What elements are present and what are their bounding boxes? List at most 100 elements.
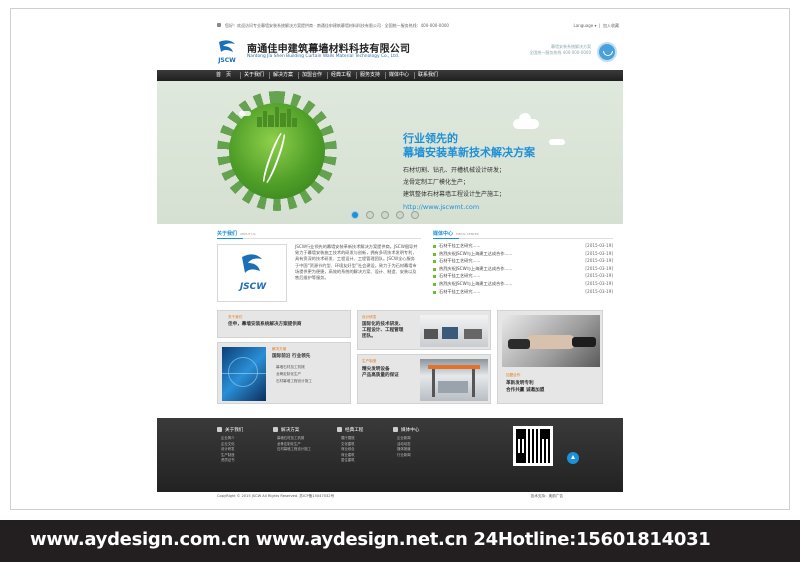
bookmark-link[interactable]: 加入收藏 [603,23,619,28]
footer-heading[interactable]: 关于我们 [217,427,243,436]
footer-heading-text: 关于我们 [225,428,244,433]
news-title: 石材干挂工艺研究...... [439,258,481,264]
about-logo-image[interactable]: JSCW [217,244,287,302]
divider-accent [433,238,459,239]
banner-line-1: 石材切割、钻孔、开槽机械设计研发； [403,167,506,174]
banner-line-2: 龙骨定制工厂模化生产； [403,179,470,186]
slider-dot[interactable] [351,211,359,219]
nav-separator [298,72,299,79]
nav-solutions[interactable]: 解决方案 [273,70,293,81]
box-line: 石材幕墙工程设计施工 [276,379,312,383]
footer-heading[interactable]: 媒体中心 [393,427,419,436]
news-item[interactable]: 石材干挂工艺研究...... [2015-03-19] [433,258,613,266]
nav-support[interactable]: 服务支持 [360,70,380,81]
news-item[interactable]: 热烈庆祝JSCW与上海建工达成合作...... [2015-03-19] [433,281,613,289]
cloud-icon [519,113,531,125]
feature-box-design[interactable]: 设计研发 国际化的技术研发、 工程设计、工程管理 团队。 [357,310,491,350]
site-footer: 关于我们 企业简介 企业文化 设计研发 生产制造 资质证书 解决方案 幕墙石材加… [157,418,623,492]
about-description: JSCW行业领先的幕墙安装革新技术解决方案提供商。JSCW倡导并致力于幕墙安装施… [295,244,418,281]
office-photo [420,315,488,347]
top-tools: Language ▾ | 加入收藏 [573,23,619,28]
bullet-icon [433,290,436,294]
qr-code-icon [513,426,553,466]
box-line: 幕墙石材加工机械 [276,365,305,369]
news-title: 石材干挂工艺研究...... [439,273,481,279]
footer-heading[interactable]: 经典工程 [337,427,363,436]
footer-link[interactable]: 行业新闻 [393,453,419,459]
header-hotline: 全国统一服务热线 400-000-0000 [529,50,591,55]
wrench-icon [337,427,342,432]
slider-dot[interactable] [396,211,404,219]
website-page: 您好！欢迎访问专业幕墙安装系统解决方案提供商 · 南通佳申建筑幕墙材料科技有限公… [157,18,623,504]
main-nav: 首 页 关于我们 解决方案 加盟合作 经典工程 服务支持 媒体中心 联系我们 [157,70,623,81]
handshake-photo [502,315,600,367]
watermark-bar: www.aydesign.com.cn www.aydesign.net.cn … [0,520,800,562]
media-heading-text: 媒体中心 [433,231,454,237]
city-skyline [255,107,299,127]
nav-home[interactable]: 首 页 [216,70,231,81]
logo-text: JSCW [217,57,236,64]
divider [433,238,613,239]
news-title: 热烈庆祝JSCW与上海建工达成合作...... [439,250,513,256]
box-tag: 关于我们 [228,315,243,319]
news-date: [2015-03-19] [585,265,613,271]
nav-about[interactable]: 关于我们 [244,70,264,81]
slider-dots [351,211,421,220]
about-heading-text: 关于我们 [217,231,238,237]
hero-banner[interactable]: 行业领先的 幕墙安装革新技术解决方案 石材切割、钻孔、开槽机械设计研发； 龙骨定… [157,81,623,224]
nav-contact[interactable]: 联系我们 [418,70,438,81]
nav-separator [356,72,357,79]
service-badge-icon [597,42,617,62]
nav-separator [327,72,328,79]
feature-box-about[interactable]: 关于我们 佳申，幕墙安装系统解决方案提供商 [217,310,351,338]
box-title-line: 革新发明专利 [506,381,534,386]
footer-link[interactable]: 资质证书 [217,458,243,464]
slider-dot[interactable] [381,211,389,219]
media-heading-en: MEDIA CENTER [456,232,479,236]
slider-dot[interactable] [366,211,374,219]
news-item[interactable]: 石材干挂工艺研究...... [2015-03-19] [433,289,613,297]
nav-projects[interactable]: 经典工程 [331,70,351,81]
language-link[interactable]: Language ▾ [574,23,597,28]
news-date: [2015-03-19] [585,250,613,256]
news-date: [2015-03-19] [585,243,613,248]
news-title: 热烈庆祝JSCW与上海建工达成合作...... [439,280,513,286]
site-header: JSCW 南通佳申建筑幕墙材料科技有限公司 Nantong Jia Shen B… [157,32,623,68]
footer-link[interactable]: 石材幕墙工程设计施工 [273,447,311,453]
watermark-text: www.aydesign.com.cn www.aydesign.net.cn … [30,529,711,550]
user-icon [217,427,222,432]
nav-media[interactable]: 媒体中心 [389,70,409,81]
slider-dot[interactable] [411,211,419,219]
logo-icon[interactable]: JSCW [213,38,241,64]
box-tag: 生产制造 [362,359,377,363]
news-title: 石材干挂工艺研究...... [439,243,481,248]
box-tag: 加盟合作 [506,373,521,377]
header-slogan: 幕墙安装系统解决方案 全国统一服务热线 400-000-0000 [529,44,591,56]
news-item[interactable]: 石材干挂工艺研究...... [2015-03-19] [433,243,613,251]
solution-photo [222,347,266,401]
about-heading-en: ABOUT US [240,232,256,236]
back-to-top-icon[interactable] [567,452,579,464]
nav-join[interactable]: 加盟合作 [302,70,322,81]
banner-headline-2: 幕墙安装革新技术解决方案 [403,146,535,159]
news-item[interactable]: 石材干挂工艺研究...... [2015-03-19] [433,273,613,281]
bullet-icon [433,282,436,286]
news-list: 石材干挂工艺研究...... [2015-03-19] 热烈庆祝JSCW与上海建工… [433,243,613,296]
company-name-en: Nantong Jia Shen Building Curtain Walls … [247,54,400,59]
feature-box-solutions[interactable]: 解决方案 国际前沿 行业领先 幕墙石材加工机械 龙骨定制化生产 石材幕墙工程设计… [217,342,351,404]
nav-separator [269,72,270,79]
footer-link[interactable]: 居住建筑 [337,458,363,464]
nav-separator [240,72,241,79]
about-logo-text: JSCW [238,282,267,292]
news-date: [2015-03-19] [585,273,613,279]
footer-heading-text: 媒体中心 [401,428,420,433]
feature-box-join[interactable]: 加盟合作 革新发明专利 合作共赢 诚邀加盟 [497,310,603,404]
bullet-icon [433,245,436,248]
footer-heading[interactable]: 解决方案 [273,427,311,436]
box-title: 国际前沿 行业领先 [272,354,311,359]
feature-box-production[interactable]: 生产制造 精尖发明设备 产品高质量的保证 [357,354,491,404]
pencil-icon [273,427,278,432]
footer-heading-text: 解决方案 [281,428,300,433]
banner-url[interactable]: http://www.jscwmt.com [403,203,479,211]
bullet-icon [433,252,436,256]
